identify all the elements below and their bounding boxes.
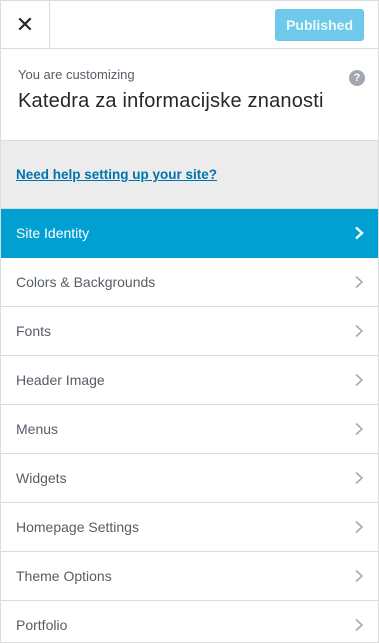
close-icon: ✕ — [15, 11, 35, 37]
customizing-info: You are customizing Katedra za informaci… — [1, 49, 378, 141]
menu-item-label: Theme Options — [16, 568, 112, 584]
menu-item-site-identity[interactable]: Site Identity — [1, 209, 378, 258]
chevron-right-icon — [355, 471, 364, 485]
menu-item-label: Homepage Settings — [16, 519, 139, 535]
chevron-right-icon — [355, 226, 364, 240]
close-button[interactable]: ✕ — [1, 1, 50, 48]
menu-item-label: Portfolio — [16, 617, 68, 633]
chevron-right-icon — [355, 520, 364, 534]
menu-item-portfolio[interactable]: Portfolio — [1, 601, 378, 642]
menu-item-label: Site Identity — [16, 225, 90, 241]
menu-item-fonts[interactable]: Fonts — [1, 307, 378, 356]
site-title: Katedra za informacijske znanosti — [18, 90, 324, 112]
menu-item-label: Fonts — [16, 323, 52, 339]
menu-item-label: Widgets — [16, 470, 67, 486]
menu-item-homepage-settings[interactable]: Homepage Settings — [1, 503, 378, 552]
published-button[interactable]: Published — [275, 8, 364, 41]
menu-item-label: Colors & Backgrounds — [16, 274, 156, 290]
chevron-right-icon — [355, 422, 364, 436]
setup-help-link[interactable]: Need help setting up your site? — [16, 167, 217, 182]
customizer-panel: ✕ Published You are customizing Katedra … — [0, 0, 379, 643]
menu-item-widgets[interactable]: Widgets — [1, 454, 378, 503]
customizer-header: ✕ Published — [1, 1, 378, 49]
menu-item-menus[interactable]: Menus — [1, 405, 378, 454]
menu-item-label: Menus — [16, 421, 59, 437]
menu-item-label: Header Image — [16, 372, 105, 388]
customizer-menu: Site Identity Colors & Backgrounds Fonts… — [1, 209, 378, 642]
help-icon[interactable]: ? — [349, 70, 365, 86]
menu-item-colors-backgrounds[interactable]: Colors & Backgrounds — [1, 258, 378, 307]
menu-item-theme-options[interactable]: Theme Options — [1, 552, 378, 601]
menu-item-header-image[interactable]: Header Image — [1, 356, 378, 405]
chevron-right-icon — [355, 618, 364, 632]
chevron-right-icon — [355, 275, 364, 289]
customizing-label: You are customizing — [18, 67, 135, 82]
help-section: Need help setting up your site? — [1, 141, 378, 209]
chevron-right-icon — [355, 373, 364, 387]
chevron-right-icon — [355, 324, 364, 338]
chevron-right-icon — [355, 569, 364, 583]
